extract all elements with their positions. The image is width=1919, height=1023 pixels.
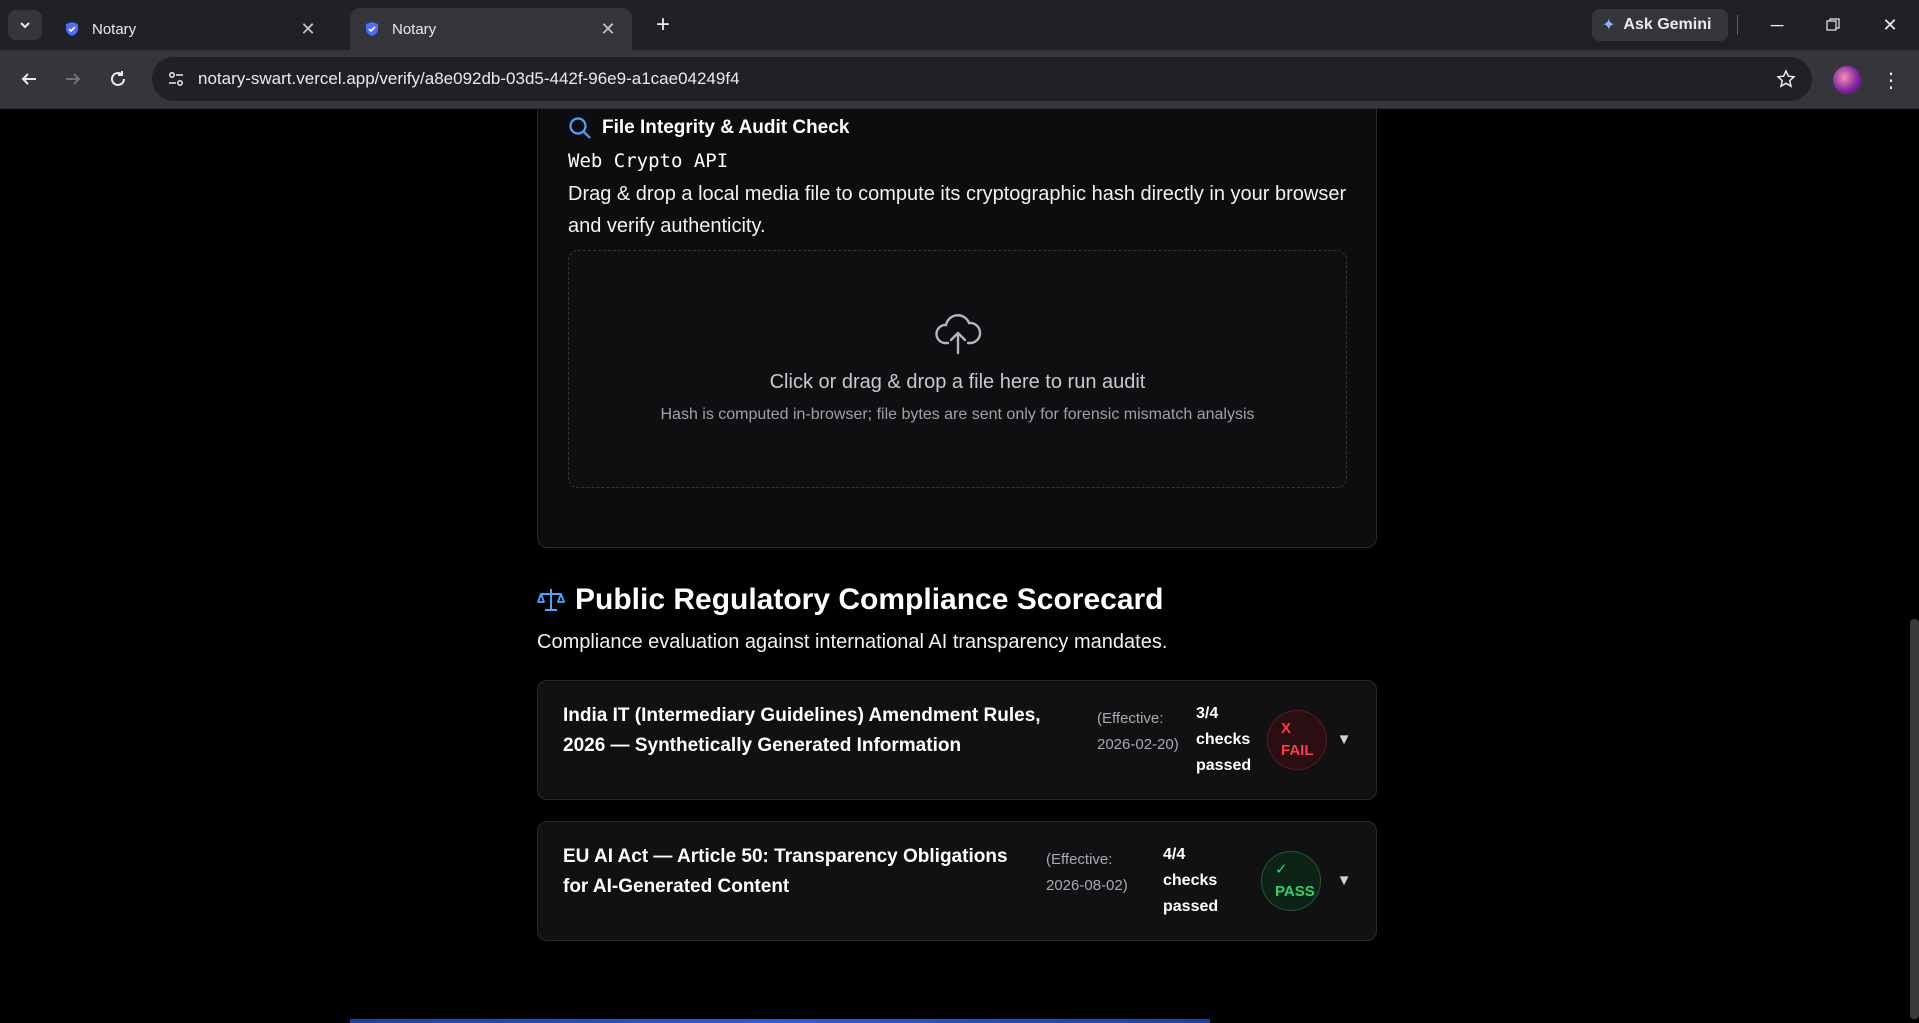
status-badge: ✓ PASS <box>1261 851 1321 911</box>
effective-date: (Effective: 2026-08-02) <box>1046 847 1128 899</box>
checks-summary: 3/4 checks passed <box>1196 701 1251 779</box>
checks-count: 4/4 <box>1163 846 1186 863</box>
audit-description: Drag & drop a local media file to comput… <box>568 183 1347 237</box>
browser-toolbar: notary-swart.vercel.app/verify/a8e092db-… <box>0 50 1919 109</box>
close-icon[interactable]: ✕ <box>598 19 618 39</box>
forward-button[interactable] <box>58 64 88 94</box>
bookmark-star-icon[interactable] <box>1774 67 1798 91</box>
effective-value: 2026-08-02) <box>1046 877 1128 894</box>
chevron-down-icon <box>18 18 32 32</box>
close-icon[interactable]: ✕ <box>298 19 318 39</box>
checks-label: passed <box>1196 757 1252 774</box>
checks-count: 3/4 <box>1196 705 1219 722</box>
tab-title: Notary <box>92 20 137 38</box>
file-dropzone[interactable]: Click or drag & drop a file here to run … <box>568 250 1347 488</box>
ask-gemini-label: Ask Gemini <box>1623 16 1712 33</box>
scorecard-subtitle: Compliance evaluation against internatio… <box>537 631 1168 653</box>
effective-label: (Effective: <box>1097 710 1164 727</box>
audit-title-text: File Integrity & Audit Check <box>602 117 850 138</box>
divider <box>1737 15 1738 35</box>
regulation-name: EU AI Act — Article 50: Transparency Obl… <box>563 842 1008 902</box>
api-label: Web Crypto API <box>568 150 729 172</box>
expand-caret-icon[interactable]: ▼ <box>1334 870 1354 890</box>
checks-label: checks <box>1196 731 1251 748</box>
audit-card-title: File Integrity & Audit Check <box>568 116 849 140</box>
balance-scale-icon <box>537 586 565 614</box>
shield-icon <box>64 21 80 37</box>
dropzone-hint: Hash is computed in-browser; file bytes … <box>660 406 1255 423</box>
regulation-card[interactable]: India IT (Intermediary Guidelines) Amend… <box>537 680 1377 800</box>
effective-value: 2026-02-20) <box>1097 736 1179 753</box>
dropzone-text: Click or drag & drop a file here to run … <box>769 371 1146 393</box>
browser-tab-active[interactable]: Notary ✕ <box>350 8 632 50</box>
page-content: File Integrity & Audit Check Web Crypto … <box>0 109 1919 1023</box>
status-label: PASS <box>1275 883 1315 900</box>
status-badge: X FAIL <box>1267 710 1327 770</box>
regulation-name-line: 2026 — Synthetically Generated Informati… <box>563 735 962 756</box>
regulation-name: India IT (Intermediary Guidelines) Amend… <box>563 701 1041 761</box>
regulation-name-line: India IT (Intermediary Guidelines) Amend… <box>563 705 1041 726</box>
scorecard-title: Public Regulatory Compliance Scorecard <box>575 583 1164 616</box>
checks-label: passed <box>1163 898 1219 915</box>
effective-date: (Effective: 2026-02-20) <box>1097 706 1179 758</box>
fail-icon: X <box>1281 720 1292 737</box>
tab-title: Notary <box>392 20 437 38</box>
more-menu-icon[interactable]: ⋮ <box>1878 66 1904 94</box>
regulation-card[interactable]: EU AI Act — Article 50: Transparency Obl… <box>537 821 1377 941</box>
check-icon: ✓ <box>1275 861 1288 878</box>
tab-strip: Notary ✕ Notary ✕ + ✦ Ask Gemini ─ ✕ <box>0 0 1919 50</box>
new-tab-button[interactable]: + <box>650 11 676 38</box>
site-settings-icon[interactable] <box>156 57 196 101</box>
gemini-sparkle-icon: ✦ <box>1602 17 1616 34</box>
checks-label: checks <box>1163 872 1218 889</box>
shield-icon <box>364 21 380 37</box>
checks-summary: 4/4 checks passed <box>1163 842 1218 920</box>
close-window-button[interactable]: ✕ <box>1875 10 1905 40</box>
tab-search-button[interactable] <box>8 10 42 40</box>
restore-button[interactable] <box>1818 10 1848 40</box>
scorecard-heading: Public Regulatory Compliance Scorecard <box>537 583 1164 617</box>
ask-gemini-button[interactable]: ✦ Ask Gemini <box>1592 9 1728 41</box>
regulation-name-line: for AI-Generated Content <box>563 876 790 897</box>
page-scrollbar[interactable] <box>1910 619 1919 1019</box>
profile-avatar[interactable] <box>1833 66 1861 94</box>
address-bar[interactable]: notary-swart.vercel.app/verify/a8e092db-… <box>152 57 1812 101</box>
reload-button[interactable] <box>103 64 133 94</box>
url-text: notary-swart.vercel.app/verify/a8e092db-… <box>198 69 740 88</box>
regulation-name-line: EU AI Act — Article 50: Transparency Obl… <box>563 846 1008 867</box>
cloud-upload-icon <box>934 311 982 355</box>
status-label: FAIL <box>1281 742 1314 759</box>
effective-label: (Effective: <box>1046 851 1113 868</box>
search-icon <box>568 116 592 140</box>
bottom-edge-strip <box>350 1019 1210 1023</box>
browser-tab[interactable]: Notary ✕ <box>50 8 332 50</box>
expand-caret-icon[interactable]: ▼ <box>1334 729 1354 749</box>
minimize-button[interactable]: ─ <box>1762 10 1792 40</box>
back-button[interactable] <box>14 64 44 94</box>
file-integrity-card: File Integrity & Audit Check Web Crypto … <box>537 109 1377 548</box>
